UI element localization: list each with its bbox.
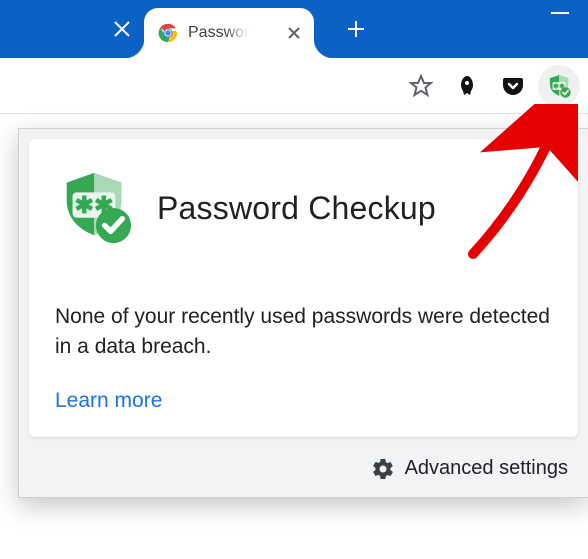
bookmark-star-button[interactable] xyxy=(400,65,442,107)
gear-icon xyxy=(371,457,395,481)
password-checkup-logo-icon: ✱✱ xyxy=(55,167,133,250)
active-tab[interactable]: Passwor xyxy=(144,8,314,58)
popup-body-text: None of your recently used passwords wer… xyxy=(55,302,552,363)
minimize-icon xyxy=(551,12,569,14)
extension-popup: ✱✱ Password Checkup None of your recentl… xyxy=(18,128,588,498)
tab-title: Passwor xyxy=(188,24,249,42)
star-icon xyxy=(409,74,433,98)
tab-strip: Passwor xyxy=(0,0,588,58)
close-icon xyxy=(287,26,301,40)
popup-header: ✱✱ Password Checkup xyxy=(55,167,552,250)
extension-password-checkup-button[interactable]: ✱✱ xyxy=(538,65,580,107)
close-icon xyxy=(113,20,131,38)
window-minimize-button[interactable] xyxy=(532,0,588,58)
popup-card: ✱✱ Password Checkup None of your recentl… xyxy=(29,139,578,437)
new-tab-button[interactable] xyxy=(334,0,378,58)
tab-close-button[interactable] xyxy=(284,23,304,43)
chrome-favicon-icon xyxy=(158,23,178,43)
extension-pocket-button[interactable] xyxy=(492,65,534,107)
browser-window: Passwor xyxy=(0,0,588,559)
tab-strip-spacer xyxy=(0,0,100,58)
advanced-settings-label: Advanced settings xyxy=(405,457,568,480)
password-checkup-icon: ✱✱ xyxy=(546,73,572,99)
learn-more-link[interactable]: Learn more xyxy=(55,389,552,413)
rocket-icon xyxy=(455,74,479,98)
content-area: ✱✱ Password Checkup None of your recentl… xyxy=(0,114,588,559)
extension-rocket-button[interactable] xyxy=(446,65,488,107)
plus-icon xyxy=(346,19,366,39)
popup-footer: Advanced settings xyxy=(19,447,588,497)
popup-title: Password Checkup xyxy=(157,190,436,227)
advanced-settings-button[interactable]: Advanced settings xyxy=(371,457,568,481)
pocket-icon xyxy=(501,74,525,98)
browser-toolbar: ✱✱ xyxy=(0,58,588,114)
